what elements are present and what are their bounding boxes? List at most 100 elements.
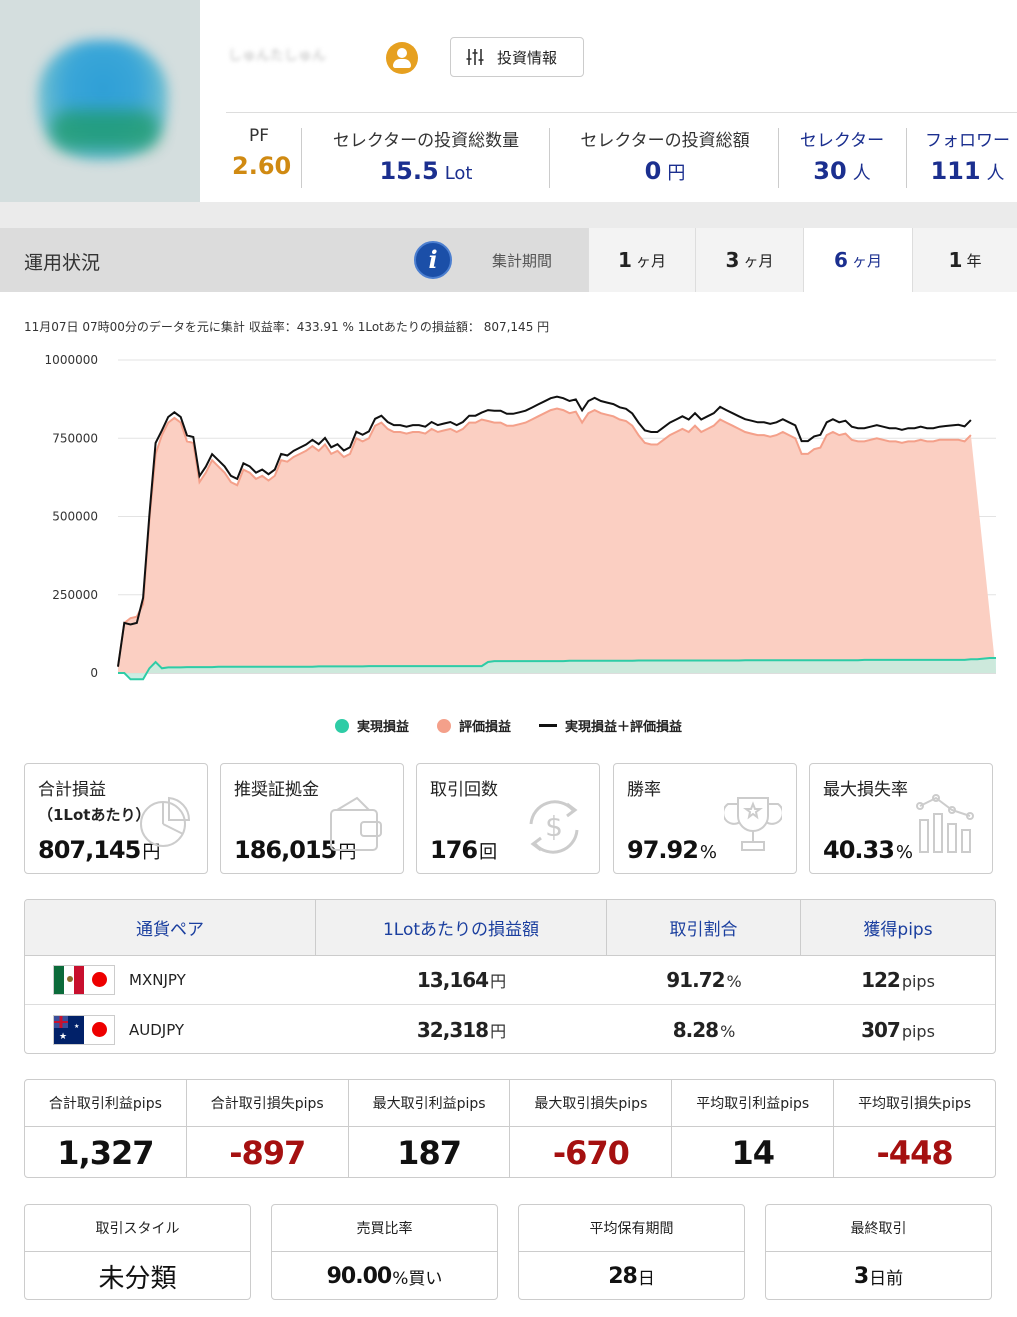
invest-info-label: 投資情報 — [497, 48, 558, 67]
pips-avg-loss: 平均取引損失pips -448 — [834, 1080, 995, 1177]
svg-text:$: $ — [545, 810, 563, 843]
stat-unit: 人 — [852, 163, 871, 184]
stat-pf: PF 2.60 — [232, 126, 292, 180]
flag-audjpy-icon: ★ ★ — [53, 1014, 115, 1045]
section-title: 運用状況 — [24, 252, 101, 274]
pips-value: 307 — [861, 1017, 901, 1042]
stat-label: セレクターの投資総数量 — [332, 131, 520, 151]
y-tick-label: 0 — [90, 666, 98, 680]
pips-total-loss: 合計取引損失pips -897 — [186, 1080, 349, 1177]
card-trade-count: 取引回数 176 回 $ — [416, 763, 600, 874]
pair-name: MXNJPY — [129, 971, 186, 989]
box-value: 28 — [608, 1263, 638, 1289]
user-icon[interactable] — [386, 42, 418, 74]
stat-value: 0 — [644, 157, 662, 185]
card-value: 97.92 — [627, 836, 699, 864]
bar-chart-icon — [916, 794, 974, 853]
invest-info-button[interactable]: 投資情報 — [450, 37, 584, 77]
pips-avg-profit: 平均取引利益pips 14 — [672, 1080, 835, 1177]
stat-amount: セレクターの投資総額 0円 — [565, 126, 765, 185]
y-tick-label: 500000 — [52, 510, 98, 524]
pl-value: 13,164 — [416, 968, 489, 992]
box-value: 3 — [853, 1263, 869, 1289]
dollar-cycle-icon: $ — [529, 800, 579, 854]
wallet-icon — [330, 796, 382, 851]
card-title: 取引回数 — [430, 780, 498, 800]
card-max-loss: 最大損失率 40.33% — [809, 763, 993, 874]
stat-followers[interactable]: フォロワー 111 人 — [918, 126, 1017, 185]
y-tick-label: 1000000 — [45, 353, 98, 367]
divider — [226, 112, 1017, 113]
table-row: ★ ★ AUDJPY 32,318 円 8.28% 307 pips — [25, 1005, 995, 1053]
table-row: MXNJPY 13,164 円 91.72% 122 pips — [25, 956, 995, 1005]
stat-value: 2.60 — [232, 152, 292, 180]
table-header-cell[interactable]: 取引割合 — [607, 900, 801, 955]
stat-label: セレクター — [799, 131, 885, 151]
y-tick-label: 250000 — [52, 588, 98, 602]
card-unit: % — [699, 842, 718, 863]
info-icon[interactable]: i — [414, 241, 452, 279]
pips-value: 122 — [861, 968, 901, 992]
flag-mxnjpy-icon — [53, 965, 115, 995]
card-win-rate: 勝率 97.92% — [613, 763, 797, 874]
tab-1-month[interactable]: 1 ヶ月 — [588, 228, 695, 292]
card-unit: % — [895, 842, 914, 863]
period-tabs-bar: 運用状況 i 集計期間 1 ヶ月 3 ヶ月 6 ヶ月 1年 — [0, 228, 1017, 292]
tab-6-months[interactable]: 6 ヶ月 — [803, 228, 912, 292]
table-header-cell[interactable]: 通貨ペア — [25, 900, 316, 955]
card-title: 最大損失率 — [823, 780, 908, 800]
stat-label: セレクターの投資総額 — [580, 131, 750, 151]
box-value: 90.00 — [326, 1263, 393, 1289]
table-header-cell[interactable]: 1Lotあたりの損益額 — [316, 900, 607, 955]
chart-caption: 11月07日 07時00分のデータを元に集計 収益率：433.91 % 1Lot… — [24, 320, 550, 334]
trophy-icon — [724, 797, 782, 851]
stat-unit: 人 — [986, 163, 1005, 184]
currency-pair-table: 通貨ペア 1Lotあたりの損益額 取引割合 獲得pips MXNJPY 13,1… — [24, 899, 996, 1054]
card-total-pl: 合計損益 （1Lotあたり） 807,145 円 — [24, 763, 208, 874]
box-trade-style: 取引スタイル 未分類 — [24, 1204, 251, 1300]
pie-chart-icon — [140, 796, 191, 847]
ratio-value: 91.72 — [666, 968, 725, 992]
legend-item-realized[interactable]: 実現損益 — [334, 716, 409, 735]
stat-label: PF — [248, 126, 270, 146]
y-tick-label: 750000 — [52, 431, 98, 445]
box-value: 未分類 — [98, 1263, 177, 1294]
stat-value: 15.5 — [379, 157, 439, 185]
legend-item-unrealized[interactable]: 評価損益 — [436, 716, 511, 735]
sliders-icon — [466, 49, 484, 65]
chart-legend: 実現損益 評価損益 実現損益＋評価損益 — [0, 716, 1017, 735]
pips-total-profit: 合計取引利益pips 1,327 — [25, 1080, 187, 1177]
card-unit: 回 — [479, 842, 498, 863]
stat-value: 111 — [930, 157, 981, 185]
card-value: 807,145 — [38, 836, 141, 864]
card-title: 合計損益 — [38, 780, 106, 800]
card-title: 勝率 — [627, 780, 661, 800]
pips-summary: 合計取引利益pips 1,327 合計取引損失pips -897 最大取引利益pip… — [24, 1079, 996, 1178]
stat-lots: セレクターの投資総数量 15.5 Lot — [318, 126, 534, 185]
avatar — [0, 0, 200, 202]
username: しゅんたしゅん — [228, 48, 326, 64]
table-header: 通貨ペア 1Lotあたりの損益額 取引割合 獲得pips — [25, 900, 995, 956]
tab-1-year[interactable]: 1年 — [912, 228, 1017, 292]
stat-label: フォロワー — [925, 131, 1010, 151]
stat-unit: 円 — [667, 163, 686, 184]
box-buy-sell-ratio: 売買比率 90.00 %買い — [271, 1204, 498, 1300]
table-header-cell[interactable]: 獲得pips — [801, 900, 995, 955]
card-value: 176 — [430, 836, 478, 864]
tab-3-months[interactable]: 3 ヶ月 — [695, 228, 803, 292]
card-value: 186,015 — [234, 836, 337, 864]
box-last-trade: 最終取引 3 日前 — [765, 1204, 992, 1300]
box-avg-holding: 平均保有期間 28 日 — [518, 1204, 745, 1300]
stat-value: 30 — [813, 157, 847, 185]
pl-value: 32,318 — [416, 1017, 489, 1042]
card-margin: 推奨証拠金 186,015 円 — [220, 763, 404, 874]
pl-chart: 0 250000 500000 750000 1000000 — [45, 353, 996, 681]
pair-name: AUDJPY — [129, 1020, 185, 1039]
series-area-unrealized — [118, 408, 996, 673]
card-value: 40.33 — [823, 836, 895, 864]
card-subtitle: （1Lotあたり） — [38, 806, 151, 824]
stat-selectors[interactable]: セレクター 30 人 — [790, 126, 894, 185]
card-title: 推奨証拠金 — [234, 780, 319, 800]
ratio-value: 8.28 — [672, 1017, 719, 1042]
legend-item-total[interactable]: 実現損益＋評価損益 — [539, 716, 682, 735]
